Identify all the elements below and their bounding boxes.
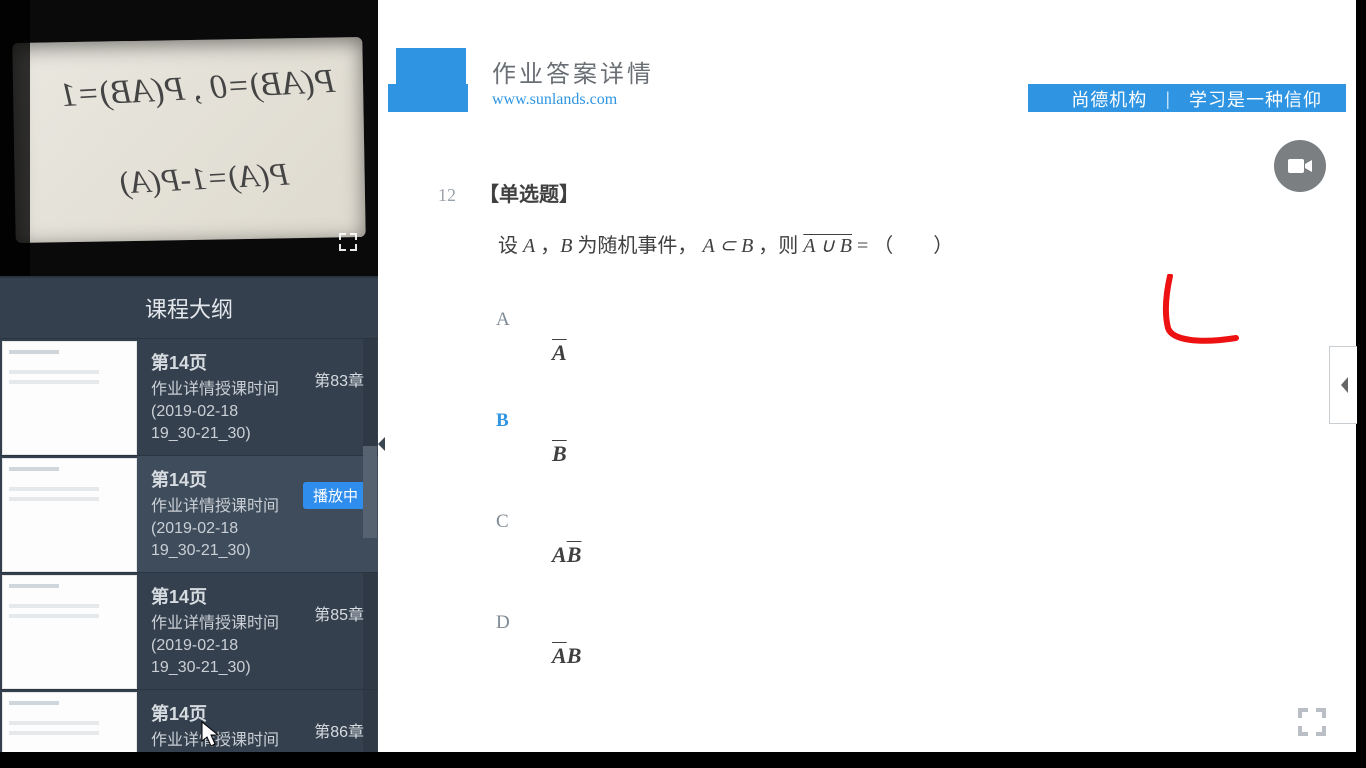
- sidebar-collapse-icon[interactable]: [376, 434, 388, 454]
- expr-a-union-b-bar: A ∪ B: [803, 235, 852, 257]
- slide-title: 作业答案详情: [492, 54, 1008, 89]
- outline-desc: 作业详情授课时间(2019-02-18 19_30-21_30): [151, 730, 281, 752]
- outline-item-0[interactable]: 第14页 作业详情授课时间(2019-02-18 19_30-21_30) 第8…: [0, 338, 378, 455]
- slide-thumbnail: [2, 575, 137, 689]
- outline-desc: 作业详情授课时间(2019-02-18 19_30-21_30): [151, 613, 281, 679]
- outline-header: 课程大纲: [0, 278, 378, 338]
- outline-item-3[interactable]: 第14页 作业详情授课时间(2019-02-18 19_30-21_30) 第8…: [0, 689, 378, 752]
- option-a[interactable]: A A: [496, 309, 1296, 366]
- slide-thumbnail: [2, 341, 137, 455]
- expand-webcam-icon[interactable]: [336, 230, 360, 254]
- outline-item-1[interactable]: 第14页 作业详情授课时间(2019-02-18 19_30-21_30) 播放…: [0, 455, 378, 572]
- outline-chapter: 第83章: [314, 367, 364, 391]
- main-pane: 作业答案详情 www.sunlands.com 尚德机构 | 学习是一种信仰 1…: [378, 0, 1356, 752]
- option-c[interactable]: C AB: [496, 511, 1296, 568]
- outline-desc: 作业详情授课时间(2019-02-18 19_30-21_30): [151, 496, 281, 562]
- outline-chapter: 第85章: [314, 601, 364, 625]
- question-block: 12 【单选题】 设 A ，B 为随机事件， A ⊂ B ，则 A ∪ B = …: [378, 108, 1356, 669]
- playing-badge: 播放中: [303, 482, 368, 509]
- camera-toggle-button[interactable]: [1274, 140, 1326, 192]
- option-b[interactable]: B B: [496, 410, 1296, 467]
- sidebar: P(AB)=0 , P(AB)=1 P(A)=1-P(A) 课程大纲 第14页 …: [0, 0, 378, 752]
- outline-desc: 作业详情授课时间(2019-02-18 19_30-21_30): [151, 379, 281, 445]
- app-root: P(AB)=0 , P(AB)=1 P(A)=1-P(A) 课程大纲 第14页 …: [0, 0, 1356, 752]
- slide-area: 作业答案详情 www.sunlands.com 尚德机构 | 学习是一种信仰 1…: [378, 0, 1356, 752]
- question-number: 12: [438, 185, 456, 205]
- outline-item-2[interactable]: 第14页 作业详情授课时间(2019-02-18 19_30-21_30) 第8…: [0, 572, 378, 689]
- slide-thumbnail: [2, 458, 137, 572]
- question-stem: 设 A ，B 为随机事件， A ⊂ B ，则 A ∪ B = （ ）: [498, 229, 1296, 263]
- webcam-panel: P(AB)=0 , P(AB)=1 P(A)=1-P(A): [0, 0, 378, 278]
- outline-list[interactable]: 第14页 作业详情授课时间(2019-02-18 19_30-21_30) 第8…: [0, 338, 378, 752]
- option-d-value: AB: [552, 643, 1296, 669]
- question-type: 【单选题】: [479, 184, 579, 206]
- option-b-value: B: [552, 441, 567, 466]
- slide-thumbnail: [2, 692, 137, 752]
- fullscreen-button[interactable]: [1296, 706, 1328, 738]
- options-list: A A B B C AB D AB: [496, 309, 1296, 669]
- outline-chapter: 第86章: [314, 718, 364, 742]
- option-c-value: AB: [552, 542, 1296, 568]
- slide-url: www.sunlands.com: [492, 91, 1008, 109]
- option-d[interactable]: D AB: [496, 612, 1296, 669]
- outline-scrollbar-thumb[interactable]: [363, 446, 377, 538]
- outline-title: 课程大纲: [145, 292, 233, 324]
- chat-panel-toggle[interactable]: [1329, 346, 1357, 424]
- option-a-value: A: [552, 340, 567, 365]
- slide-header: 作业答案详情 www.sunlands.com 尚德机构 | 学习是一种信仰: [388, 48, 1346, 108]
